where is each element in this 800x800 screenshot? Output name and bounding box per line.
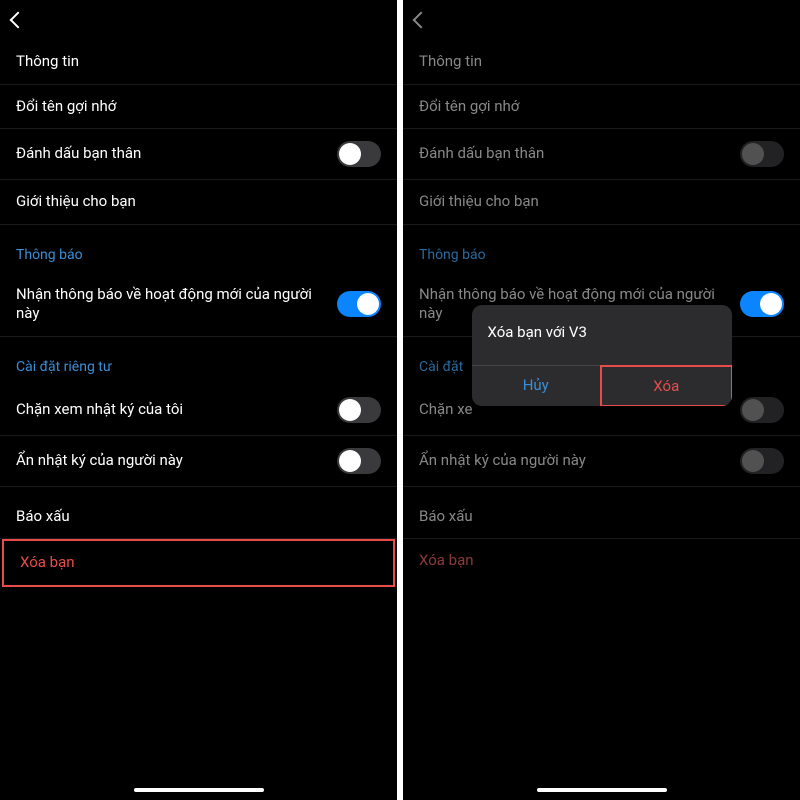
header [0,0,397,40]
row-label: Đổi tên gợi nhớ [16,97,381,117]
home-indicator[interactable] [537,788,667,792]
cancel-button[interactable]: Hủy [472,366,602,406]
toggle-hide-journal[interactable] [337,448,381,474]
row-info[interactable]: Thông tin [0,40,397,85]
toggle-thumb [339,450,361,472]
toggle-activity-notif[interactable] [337,291,381,317]
delete-button[interactable]: Xóa [600,365,732,406]
toggle-thumb [339,143,361,165]
row-activity-notif[interactable]: Nhận thông báo về hoạt động mới của ngườ… [0,273,397,337]
screen-left: Thông tin Đổi tên gợi nhớ Đánh dấu bạn t… [0,0,397,800]
toggle-thumb [339,399,361,421]
confirm-dialog: Xóa bạn với V3 Hủy Xóa [472,305,732,406]
row-block-journal[interactable]: Chặn xem nhật ký của tôi [0,385,397,436]
section-gap [0,337,397,345]
row-label: Xóa bạn [20,553,377,573]
row-report[interactable]: Báo xấu [0,495,397,540]
highlight-delete-friend: Xóa bạn [2,539,395,587]
home-indicator[interactable] [134,788,264,792]
section-gap [0,487,397,495]
row-label: Nhận thông báo về hoạt động mới của ngườ… [16,285,337,324]
back-icon[interactable] [10,12,27,29]
section-privacy: Cài đặt riêng tư [0,345,397,385]
row-label: Ẩn nhật ký của người này [16,451,337,471]
row-label: Thông tin [16,52,381,72]
section-notifications: Thông báo [0,233,397,273]
row-introduce[interactable]: Giới thiệu cho bạn [0,180,397,225]
toggle-block-journal[interactable] [337,397,381,423]
dialog-overlay: Xóa bạn với V3 Hủy Xóa [403,0,800,800]
dialog-title: Xóa bạn với V3 [472,305,732,365]
row-hide-journal[interactable]: Ẩn nhật ký của người này [0,436,397,487]
row-label: Đánh dấu bạn thân [16,144,337,164]
row-label: Chặn xem nhật ký của tôi [16,400,337,420]
section-gap [0,225,397,233]
screen-right: Thông tin Đổi tên gợi nhớ Đánh dấu bạn t… [403,0,800,800]
row-rename[interactable]: Đổi tên gợi nhớ [0,85,397,130]
dialog-buttons: Hủy Xóa [472,365,732,406]
row-label: Báo xấu [16,507,381,527]
toggle-mark-close[interactable] [337,141,381,167]
row-mark-close[interactable]: Đánh dấu bạn thân [0,129,397,180]
toggle-thumb [357,293,379,315]
row-delete-friend[interactable]: Xóa bạn [4,541,393,585]
row-label: Giới thiệu cho bạn [16,192,381,212]
